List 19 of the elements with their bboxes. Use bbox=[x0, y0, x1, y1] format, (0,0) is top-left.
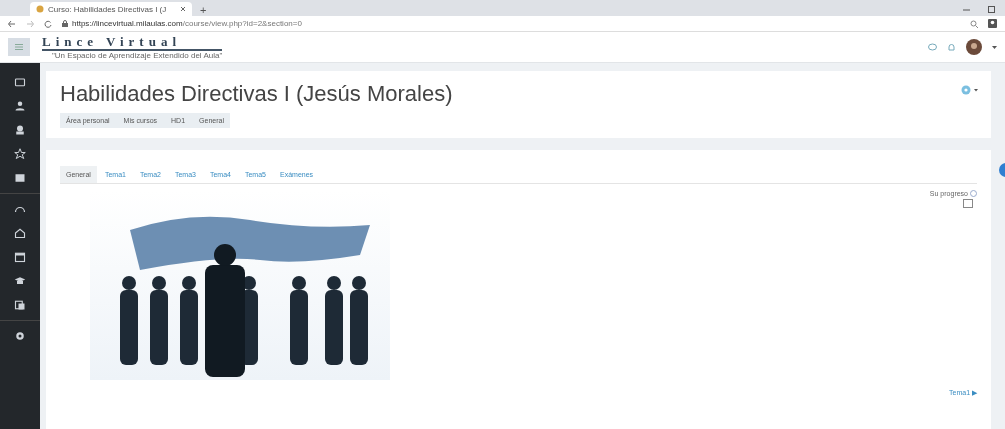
close-icon[interactable] bbox=[180, 6, 186, 12]
browser-tab[interactable]: Curso: Habilidades Directivas I (J bbox=[30, 2, 192, 16]
back-icon[interactable] bbox=[8, 19, 16, 28]
course-title: Habilidades Directivas I (Jesús Morales) bbox=[60, 81, 453, 107]
reload-icon[interactable] bbox=[44, 19, 52, 28]
completion-checkbox[interactable] bbox=[963, 199, 973, 208]
new-tab-button[interactable]: + bbox=[200, 4, 207, 16]
site-tagline: "Un Espacio de Aprendizaje Extendido del Aula" bbox=[51, 50, 223, 60]
lock-icon bbox=[62, 20, 68, 27]
zoom-icon[interactable] bbox=[970, 19, 978, 28]
caret-icon[interactable] bbox=[992, 45, 997, 49]
site-icon bbox=[36, 5, 44, 13]
chat-icon[interactable] bbox=[928, 42, 937, 52]
menu-icon bbox=[15, 44, 23, 50]
settings-icon[interactable] bbox=[961, 85, 979, 95]
avatar-icon[interactable] bbox=[966, 39, 982, 55]
profile-icon[interactable] bbox=[988, 19, 997, 28]
restore-icon[interactable] bbox=[988, 6, 995, 13]
site-logo[interactable]: Lince Virtual bbox=[42, 34, 223, 51]
